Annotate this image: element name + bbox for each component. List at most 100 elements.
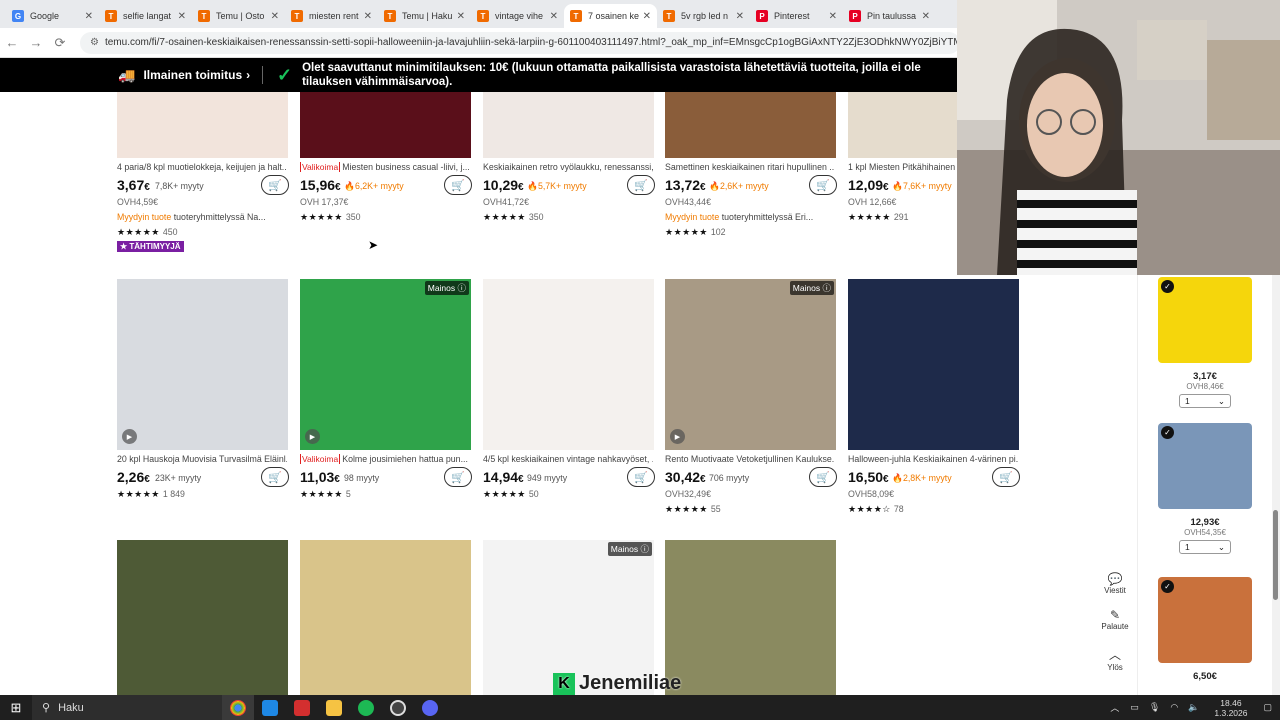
add-to-cart-button[interactable]: 🛒 (627, 175, 655, 195)
close-icon[interactable]: ✕ (178, 11, 186, 22)
add-to-cart-button[interactable]: 🛒 (261, 467, 289, 487)
cart-item-image[interactable]: ✓ (1158, 423, 1252, 509)
chevron-down-icon: ⌄ (1217, 541, 1225, 552)
add-to-cart-button[interactable]: 🛒 (444, 175, 472, 195)
url-field[interactable]: ⚙ temu.com/fi/7-osainen-keskiaikaisen-re… (80, 31, 960, 54)
taskbar-search[interactable]: ⚲ Haku (32, 695, 222, 720)
close-icon[interactable]: ✕ (85, 11, 93, 22)
network-icon[interactable]: ▭ (1130, 702, 1139, 713)
product-image[interactable]: ▶ Mainos ⓘ (665, 279, 836, 450)
browser-tab[interactable]: T 5v rgb led n ✕ (657, 4, 750, 28)
product-image[interactable] (300, 540, 471, 695)
product-title[interactable]: 20 kpl Hauskoja Muovisia Turvasilmä Eläi… (117, 454, 287, 464)
add-to-cart-button[interactable]: 🛒 (809, 175, 837, 195)
reload-icon[interactable]: ⟳ (48, 35, 72, 51)
product-title-text: 20 kpl Hauskoja Muovisia Turvasilmä Eläi… (117, 454, 287, 464)
close-icon[interactable]: ✕ (736, 11, 744, 22)
stars-icon: ★★★★☆ (848, 504, 891, 514)
browser-tab[interactable]: P Pin taulussa ✕ (843, 4, 936, 28)
scroll-top-button[interactable]: ︿ Ylös (1096, 646, 1134, 672)
close-icon[interactable]: ✕ (922, 11, 930, 22)
play-icon[interactable]: ▶ (122, 429, 137, 444)
add-to-cart-button[interactable]: 🛒 (261, 175, 289, 195)
scrollbar-thumb[interactable] (1273, 510, 1278, 600)
browser-tab[interactable]: Tmiesten rent ✕ (285, 4, 378, 28)
product-image[interactable] (300, 92, 471, 158)
browser-tab[interactable]: T Temu | Haku ✕ (378, 4, 471, 28)
browser-tab[interactable]: G Google ✕ (6, 4, 99, 28)
app-l-icon[interactable] (286, 695, 318, 720)
product-title[interactable]: Rento Muotivaate Vetoketjullinen Kauluks… (665, 454, 835, 464)
cart-item-image[interactable]: ✓ (1158, 277, 1252, 363)
messages-button[interactable]: 💬 Viestit (1096, 572, 1134, 595)
tab-title: Pin taulussa (867, 11, 917, 21)
price-row: 14,94€ 949 myyty 🛒 (483, 467, 655, 487)
forward-icon[interactable]: → (24, 35, 48, 50)
obs-icon[interactable] (382, 695, 414, 720)
product-image[interactable]: ▶ (117, 279, 288, 450)
browser-tab[interactable]: Tvintage vihe ✕ (471, 4, 564, 28)
add-to-cart-button[interactable]: 🛒 (627, 467, 655, 487)
add-to-cart-button[interactable]: 🛒 (444, 467, 472, 487)
product-image[interactable] (665, 540, 836, 695)
product-title[interactable]: Halloween-juhla Keskiaikainen 4-värinen … (848, 454, 1018, 464)
cart-item-price: 6,50€ (1193, 671, 1217, 682)
cart-item-image[interactable]: ✓ (1158, 577, 1252, 663)
notification-icon[interactable]: ▢ (1263, 702, 1272, 713)
clock[interactable]: 18.46 1.3.2026 (1214, 698, 1247, 718)
feedback-button[interactable]: ✎ Palaute (1096, 608, 1134, 631)
original-price: OVH4,59€ (117, 197, 159, 207)
browser-tab[interactable]: T Temu | Osto ✕ (192, 4, 285, 28)
file-explorer-icon[interactable] (318, 695, 350, 720)
add-to-cart-button[interactable]: 🛒 (992, 467, 1020, 487)
product-image[interactable] (483, 92, 654, 158)
tray-chevron-icon[interactable]: ︿ (1110, 701, 1119, 714)
close-icon[interactable]: ✕ (550, 11, 558, 22)
product-image[interactable] (848, 279, 1019, 450)
add-to-cart-button[interactable]: 🛒 (809, 467, 837, 487)
close-icon[interactable]: ✕ (829, 11, 837, 22)
product-title[interactable]: Samettinen keskiaikainen ritari hupullin… (665, 162, 835, 172)
close-icon[interactable]: ✕ (457, 11, 465, 22)
product-title[interactable]: 4 paria/8 kpl muotielokkeja, keijujen ja… (117, 162, 287, 172)
chrome-icon[interactable] (222, 695, 254, 720)
quantity-select[interactable]: 1 ⌄ (1179, 394, 1231, 408)
play-icon[interactable]: ▶ (305, 429, 320, 444)
browser-tab[interactable]: Tselfie langat ✕ (99, 4, 192, 28)
windows-start-icon[interactable]: ⊞ (0, 700, 32, 716)
quantity-select[interactable]: 1 ⌄ (1179, 540, 1231, 554)
back-icon[interactable]: ← (0, 35, 24, 50)
product-title[interactable]: 4/5 kpl keskiaikainen vintage nahkavyöse… (483, 454, 653, 464)
check-icon[interactable]: ✓ (1161, 426, 1174, 439)
discord-icon[interactable] (414, 695, 446, 720)
spotify-icon[interactable] (350, 695, 382, 720)
cart-icon: 🛒 (816, 179, 830, 192)
product-image[interactable] (483, 279, 654, 450)
browser-tab[interactable]: T 7 osainen ke ✕ (564, 4, 657, 28)
check-icon[interactable]: ✓ (1161, 280, 1174, 293)
product-title[interactable]: Valikoima Kolme jousimiehen hattua pun... (300, 454, 470, 464)
close-icon[interactable]: ✕ (643, 11, 651, 22)
product-image[interactable]: ▶ Mainos ⓘ (300, 279, 471, 450)
scrollbar-track[interactable] (1272, 275, 1280, 695)
price-value: 30,42 (665, 469, 701, 485)
chat-icon: 💬 (1107, 572, 1123, 586)
product-title[interactable]: Valikoima Miesten business casual -liivi,… (300, 162, 470, 172)
product-image[interactable] (117, 92, 288, 158)
close-icon[interactable]: ✕ (271, 11, 279, 22)
sold-count: 🔥2,6K+ myyty (709, 181, 769, 191)
free-shipping-link[interactable]: 🚚 Ilmainen toimitus › (0, 67, 262, 84)
product-title[interactable]: Keskiaikainen retro vyölaukku, renessans… (483, 162, 653, 172)
check-icon[interactable]: ✓ (1161, 580, 1174, 593)
volume-icon[interactable]: 🔈 (1188, 702, 1199, 713)
play-icon[interactable]: ▶ (670, 429, 685, 444)
product-image[interactable] (117, 540, 288, 695)
wifi-icon[interactable]: ◠ (1170, 702, 1178, 713)
product-image[interactable] (665, 92, 836, 158)
tab-title: vintage vihe (495, 11, 544, 21)
browser-tab[interactable]: P Pinterest ✕ (750, 4, 843, 28)
close-icon[interactable]: ✕ (364, 11, 372, 22)
mic-icon[interactable]: 🎙 (1149, 702, 1160, 713)
mail-app-icon[interactable] (254, 695, 286, 720)
site-info-icon[interactable]: ⚙ (90, 37, 99, 48)
